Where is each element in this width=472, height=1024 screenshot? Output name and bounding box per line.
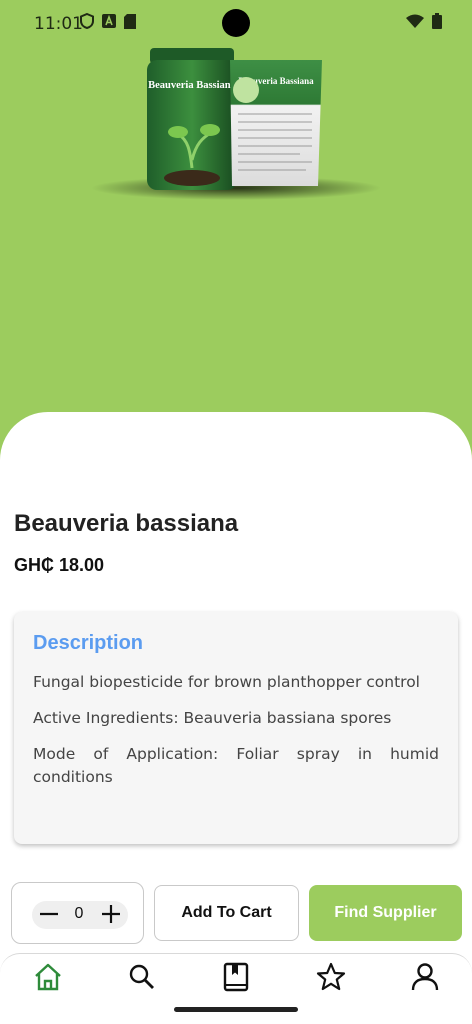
profile-icon[interactable]	[410, 962, 440, 992]
quantity-value: 0	[74, 905, 84, 922]
find-supplier-button[interactable]: Find Supplier	[309, 885, 462, 941]
description-line: Mode of Application: Foliar spray in hum…	[33, 745, 439, 786]
description-line: Fungal biopesticide for brown planthoppe…	[33, 673, 420, 691]
description-card: Description Fungal biopesticide for brow…	[14, 612, 458, 844]
product-price: GH₵ 18.00	[14, 555, 105, 575]
product-image: Beauveria Bassiana Beauveria Bassiana	[0, 40, 472, 420]
product-title: Beauveria bassiana	[14, 510, 239, 537]
bottom-actions: 0 Add To Cart Find Supplier	[0, 880, 472, 946]
add-to-cart-button[interactable]: Add To Cart	[154, 885, 299, 941]
book-icon[interactable]	[221, 962, 251, 992]
description-line: Active Ingredients: Beauveria bassiana s…	[33, 709, 392, 727]
bottom-nav	[0, 953, 472, 1024]
shield-icon	[80, 13, 94, 29]
status-icons-left	[80, 13, 136, 29]
wifi-icon	[406, 14, 424, 28]
gesture-handle[interactable]	[174, 1007, 298, 1012]
bottle-label: Beauveria Bassiana	[148, 80, 237, 91]
minus-icon[interactable]	[38, 902, 60, 926]
a-icon	[102, 14, 116, 28]
product-photo: Beauveria Bassiana Beauveria Bassiana	[91, 48, 381, 200]
search-icon[interactable]	[127, 962, 157, 992]
star-icon[interactable]	[316, 962, 346, 992]
plus-icon[interactable]	[100, 902, 122, 926]
home-icon[interactable]	[33, 962, 63, 992]
sd-card-icon	[124, 13, 136, 29]
battery-icon	[432, 13, 442, 29]
description-heading: Description	[33, 632, 144, 654]
camera-cutout	[222, 9, 250, 37]
status-time: 11:01	[34, 14, 83, 34]
quantity-stepper: 0	[11, 882, 144, 944]
status-icons-right	[406, 13, 442, 29]
